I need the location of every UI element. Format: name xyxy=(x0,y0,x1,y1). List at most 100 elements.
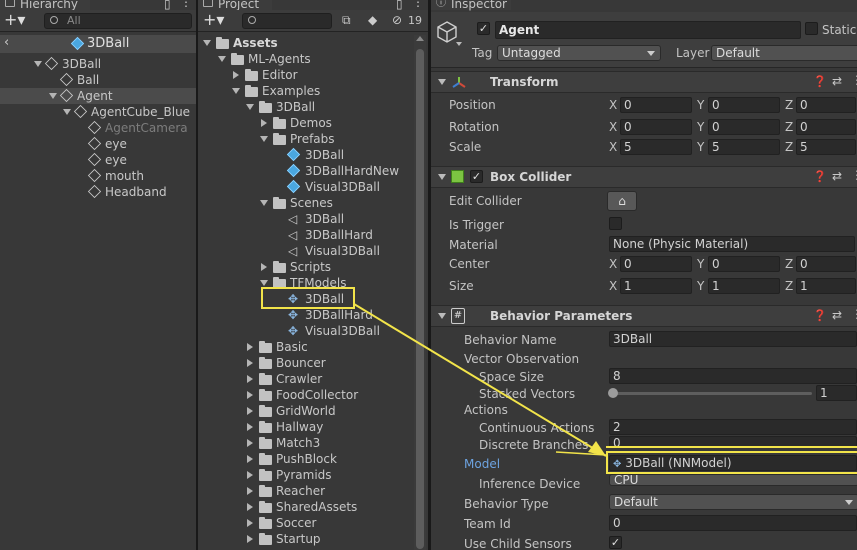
project-item[interactable]: Hallway xyxy=(198,419,412,435)
is-trigger-checkbox[interactable] xyxy=(609,217,622,230)
collapse-arrow-icon[interactable] xyxy=(247,455,253,463)
scrollbar-thumb[interactable] xyxy=(416,49,424,549)
help-icon[interactable]: ❓ xyxy=(813,170,827,183)
project-item[interactable]: Editor xyxy=(198,67,412,83)
collapse-arrow-icon[interactable] xyxy=(247,503,253,511)
help-icon[interactable]: ❓ xyxy=(813,75,827,88)
hierarchy-item[interactable]: Headband xyxy=(0,184,196,200)
panel-menu-icon[interactable]: ⋮ xyxy=(180,0,192,9)
project-item[interactable]: 3DBall xyxy=(198,147,412,163)
collapse-arrow-icon[interactable] xyxy=(247,439,253,447)
vector-z-field[interactable]: 1 xyxy=(796,278,856,294)
project-item[interactable]: ✥ 3DBallHard xyxy=(198,307,412,323)
hierarchy-tab[interactable]: Hierarchy xyxy=(0,0,90,11)
project-search-input[interactable] xyxy=(242,13,332,29)
stacked-vectors-field[interactable]: 1 xyxy=(816,385,857,401)
preset-icon[interactable]: ⇄ xyxy=(832,308,842,322)
collapse-arrow-icon[interactable] xyxy=(261,263,267,271)
create-plus-icon[interactable]: +▾ xyxy=(203,12,224,28)
continuous-actions-field[interactable]: 2 xyxy=(609,419,857,435)
collapse-arrow-icon[interactable] xyxy=(247,423,253,431)
scene-header[interactable]: ‹ 3DBall xyxy=(0,35,196,53)
project-item[interactable]: ✥ 3DBall xyxy=(198,291,412,307)
collapse-arrow-icon[interactable] xyxy=(247,535,253,543)
scrollbar[interactable] xyxy=(414,35,426,550)
vector-y-field[interactable]: 5 xyxy=(708,139,780,155)
stacked-vectors-slider-track[interactable] xyxy=(613,392,812,395)
create-plus-icon[interactable]: +▾ xyxy=(4,12,25,28)
vector-x-field[interactable]: 0 xyxy=(620,256,692,272)
project-item[interactable]: Soccer xyxy=(198,515,412,531)
expand-arrow-icon[interactable] xyxy=(34,61,42,67)
project-item[interactable]: 3DBall xyxy=(198,99,412,115)
expand-arrow-icon[interactable] xyxy=(260,280,268,286)
expand-arrow-icon[interactable] xyxy=(63,109,71,115)
expand-arrow-icon[interactable] xyxy=(246,104,254,110)
hidden-eye-icon[interactable]: ⊘ xyxy=(392,13,402,27)
stacked-vectors-slider-thumb[interactable] xyxy=(608,388,618,398)
collapse-arrow-icon[interactable] xyxy=(247,487,253,495)
foldout-arrow-icon[interactable] xyxy=(438,79,446,85)
project-item[interactable]: GridWorld xyxy=(198,403,412,419)
behavior-name-field[interactable]: 3DBall xyxy=(609,331,857,347)
project-item[interactable]: TFModels xyxy=(198,275,412,291)
hierarchy-item[interactable]: eye xyxy=(0,136,196,152)
box-collider-enabled-checkbox[interactable]: ✓ xyxy=(470,170,483,183)
static-checkbox[interactable] xyxy=(805,22,818,35)
box-collider-header[interactable]: ✓ Box Collider ❓ ⇄ ⋮ xyxy=(431,166,857,188)
collapse-arrow-icon[interactable] xyxy=(247,407,253,415)
project-item[interactable]: ◁ 3DBallHard xyxy=(198,227,412,243)
project-item[interactable]: ✥ Visual3DBall xyxy=(198,323,412,339)
hierarchy-item[interactable]: 3DBall xyxy=(0,56,196,72)
expand-arrow-icon[interactable] xyxy=(260,200,268,206)
project-item[interactable]: Crawler xyxy=(198,371,412,387)
project-item[interactable]: PushBlock xyxy=(198,451,412,467)
discrete-branches-field[interactable]: 0 xyxy=(609,436,857,448)
vector-x-field[interactable]: 1 xyxy=(620,278,692,294)
hierarchy-search-input[interactable]: All xyxy=(44,13,192,29)
vector-x-field[interactable]: 5 xyxy=(620,139,692,155)
space-size-field[interactable]: 8 xyxy=(609,368,857,384)
object-name-field[interactable]: Agent xyxy=(495,21,801,39)
behavior-params-header[interactable]: # Behavior Parameters ❓ ⇄ ⋮ xyxy=(431,305,857,327)
project-item[interactable]: Reacher xyxy=(198,483,412,499)
project-item[interactable]: Prefabs xyxy=(198,131,412,147)
team-id-field[interactable]: 0 xyxy=(609,515,857,531)
icon-dropdown-arrow[interactable] xyxy=(456,42,462,46)
expand-arrow-icon[interactable] xyxy=(49,93,57,99)
vector-y-field[interactable]: 0 xyxy=(708,119,780,135)
project-item[interactable]: Pyramids xyxy=(198,467,412,483)
collapse-arrow-icon[interactable] xyxy=(247,359,253,367)
project-item[interactable]: Scripts xyxy=(198,259,412,275)
layer-dropdown[interactable]: Default xyxy=(711,45,857,61)
project-item[interactable]: 3DBallHardNew xyxy=(198,163,412,179)
hierarchy-item[interactable]: eye xyxy=(0,152,196,168)
vector-y-field[interactable]: 1 xyxy=(708,278,780,294)
preset-icon[interactable]: ⇄ xyxy=(832,74,842,88)
project-item[interactable]: Assets xyxy=(198,35,412,51)
material-field[interactable]: None (Physic Material) xyxy=(609,236,855,252)
filter-type-icon[interactable]: ⧉ xyxy=(342,13,351,28)
collapse-arrow-icon[interactable] xyxy=(247,471,253,479)
vector-z-field[interactable]: 0 xyxy=(796,119,856,135)
scroll-up-icon[interactable] xyxy=(416,36,424,41)
hierarchy-item[interactable]: AgentCube_Blue xyxy=(0,104,196,120)
context-menu-icon[interactable]: ⋮ xyxy=(851,168,857,182)
project-item[interactable]: Demos xyxy=(198,115,412,131)
vector-z-field[interactable]: 0 xyxy=(796,97,856,113)
transform-header[interactable]: Transform ❓ ⇄ ⋮ xyxy=(431,71,857,93)
collapse-arrow-icon[interactable] xyxy=(247,519,253,527)
collapse-arrow-icon[interactable] xyxy=(247,375,253,383)
preset-icon[interactable]: ⇄ xyxy=(832,169,842,183)
project-item[interactable]: ◁ Visual3DBall xyxy=(198,243,412,259)
foldout-arrow-icon[interactable] xyxy=(438,313,446,319)
vector-z-field[interactable]: 0 xyxy=(796,256,856,272)
vector-y-field[interactable]: 0 xyxy=(708,256,780,272)
vector-x-field[interactable]: 0 xyxy=(620,97,692,113)
project-item[interactable]: Startup xyxy=(198,531,412,547)
help-icon[interactable]: ❓ xyxy=(813,309,827,322)
vector-x-field[interactable]: 0 xyxy=(620,119,692,135)
project-item[interactable]: Match3 xyxy=(198,435,412,451)
foldout-arrow-icon[interactable] xyxy=(438,174,446,180)
project-item[interactable]: FoodCollector xyxy=(198,387,412,403)
